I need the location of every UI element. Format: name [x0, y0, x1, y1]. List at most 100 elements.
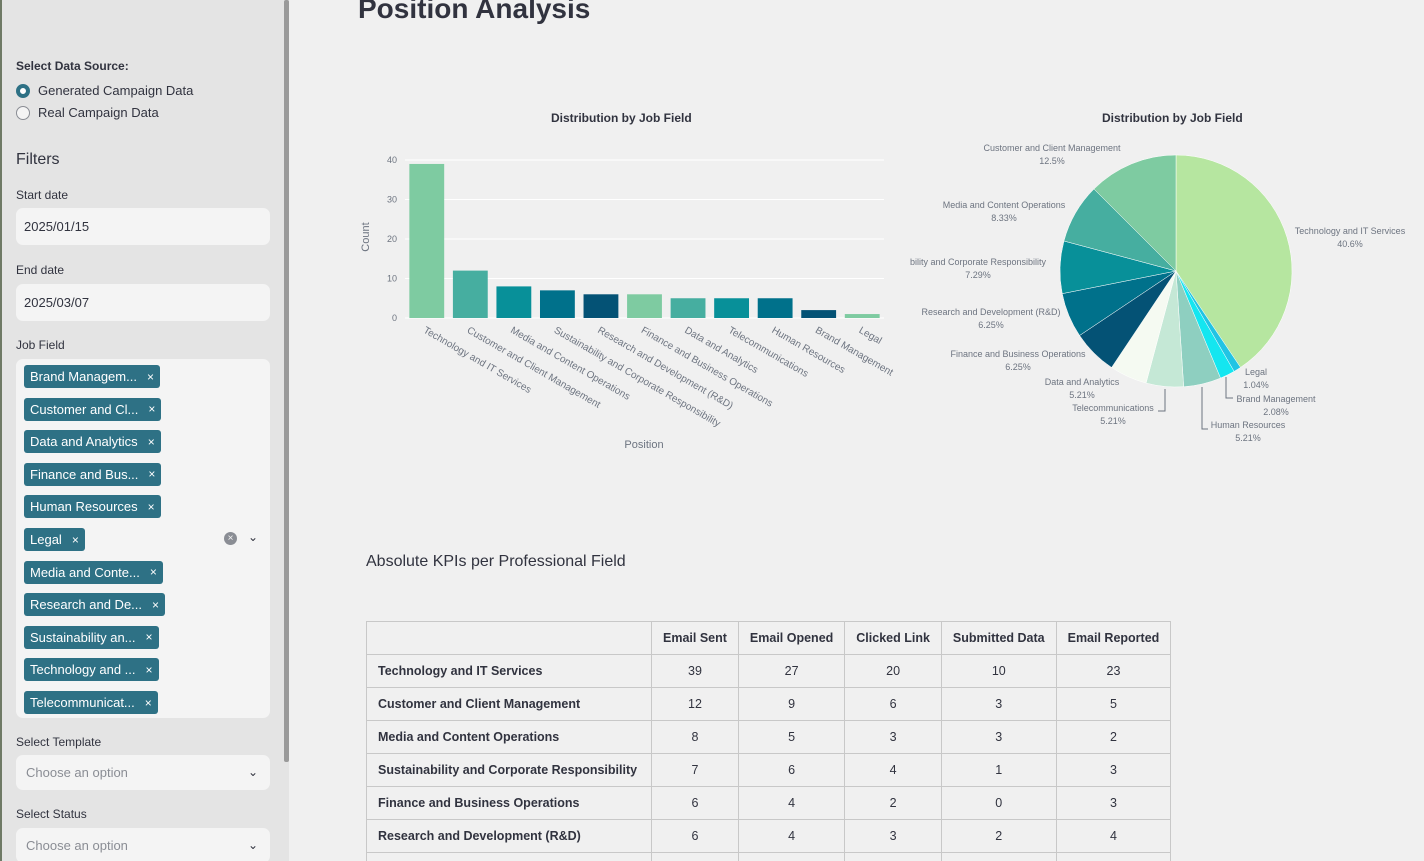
- tag-label: Human Resources: [30, 499, 138, 515]
- table-cell: 27: [737, 654, 846, 688]
- job-field-tag[interactable]: Brand Managem... ×: [24, 365, 160, 388]
- y-axis-label: Count: [360, 222, 372, 251]
- x-tick-label: Brand Management: [813, 325, 895, 379]
- job-field-tag[interactable]: Data and Analytics ×: [24, 430, 161, 454]
- bar: [801, 310, 837, 318]
- remove-tag-icon[interactable]: ×: [146, 630, 153, 644]
- remove-tag-icon[interactable]: ×: [148, 500, 155, 514]
- bar: [627, 294, 662, 318]
- status-select[interactable]: Choose an option ⌄: [16, 828, 270, 861]
- job-field-tag[interactable]: Customer and Cl... ×: [24, 397, 162, 421]
- pie-label: Customer and Client Management: [983, 143, 1121, 153]
- pie-percent-label: 7.29%: [965, 270, 991, 280]
- kpi-table: Email Sent Email Opened Clicked Link Submit…: [366, 621, 1172, 861]
- x-tick-label: Legal: [857, 325, 884, 347]
- bar-chart-title: Distribution by Job Field: [551, 111, 692, 125]
- table-cell: 0: [940, 786, 1057, 820]
- job-field-tag[interactable]: Technology and ... ×: [24, 658, 159, 682]
- row-header-cell: Research and Development (R&D): [366, 819, 652, 853]
- remove-tag-icon[interactable]: ×: [148, 402, 155, 416]
- bar: [583, 294, 619, 318]
- pie-percent-label: 1.04%: [1243, 380, 1269, 390]
- table-row: Sustainability and Corporate Responsibil…: [366, 753, 1172, 787]
- chevron-down-icon[interactable]: ⌄: [248, 530, 258, 544]
- status-placeholder: Choose an option: [26, 838, 128, 853]
- job-field-tag[interactable]: Finance and Bus... ×: [24, 462, 162, 486]
- table-cell: 4: [1055, 819, 1172, 853]
- remove-tag-icon[interactable]: ×: [148, 435, 155, 449]
- table-cell: [366, 852, 652, 861]
- column-header: Email Opened: [737, 621, 846, 655]
- row-header-cell: Sustainability and Corporate Responsibil…: [366, 753, 652, 787]
- bar: [539, 290, 575, 318]
- job-field-tag[interactable]: Research and De... ×: [24, 593, 166, 617]
- table-cell: 4: [844, 753, 942, 787]
- status-label: Select Status: [16, 807, 87, 821]
- template-select[interactable]: Choose an option ⌄: [16, 755, 270, 790]
- job-field-tag[interactable]: Sustainability an... ×: [24, 625, 159, 649]
- table-cell: 1: [940, 753, 1057, 787]
- pie-leader-line: [1201, 387, 1208, 430]
- radio-generated-data[interactable]: Generated Campaign Data: [16, 83, 193, 98]
- tag-label: Brand Managem...: [30, 369, 137, 384]
- tag-label: Sustainability an...: [30, 629, 136, 645]
- remove-tag-icon[interactable]: ×: [152, 598, 159, 612]
- pie-leader-line: [1158, 389, 1166, 412]
- pie-leader-line: [1225, 377, 1233, 399]
- pie-percent-label: 5.21%: [1069, 390, 1095, 400]
- job-field-tag[interactable]: Human Resources ×: [24, 495, 161, 519]
- job-field-multiselect[interactable]: × ⌄ Brand Managem... × Customer and Cl... ×…: [16, 359, 270, 718]
- bar: [409, 163, 445, 318]
- job-field-tag[interactable]: Telecommunicat... ×: [24, 691, 158, 714]
- start-date-label: Start date: [16, 188, 69, 202]
- bar: [452, 270, 488, 318]
- table-cell: 23: [1055, 654, 1172, 688]
- table-cell: [737, 852, 846, 861]
- table-cell: 3: [1055, 753, 1172, 787]
- pie-label: Human Resources: [1211, 420, 1286, 430]
- table-cell: 6: [844, 687, 942, 721]
- remove-tag-icon[interactable]: ×: [147, 370, 154, 384]
- pie-label: Media and Content Operations: [943, 200, 1066, 210]
- row-header-cell: Finance and Business Operations: [366, 786, 652, 820]
- pie-chart: Technology and IT Services 40.6% Legal 1.04…: [910, 143, 1406, 443]
- table-cell: [651, 852, 739, 861]
- table-cell: [940, 852, 1057, 861]
- job-field-tag[interactable]: Media and Conte... ×: [24, 560, 163, 584]
- table-cell: 6: [651, 786, 739, 820]
- bar: [670, 298, 706, 318]
- table-cell: 3: [844, 720, 942, 754]
- filters-heading: Filters: [16, 151, 60, 168]
- sidebar-scrollbar[interactable]: [284, 0, 289, 762]
- remove-tag-icon[interactable]: ×: [150, 565, 157, 579]
- x-axis-label: Position: [624, 439, 663, 451]
- job-field-tag[interactable]: Legal ×: [24, 528, 85, 551]
- y-tick-label: 0: [392, 313, 397, 323]
- table-cell: 7: [651, 753, 739, 787]
- table-cell: 3: [844, 819, 942, 853]
- pie-percent-label: 5.21%: [1100, 416, 1126, 426]
- table-cell: [1055, 852, 1172, 861]
- remove-tag-icon[interactable]: ×: [148, 467, 155, 481]
- x-tick-label: Telecommunications: [726, 325, 810, 380]
- sidebar: Select Data Source: Generated Campaign D…: [0, 0, 289, 861]
- end-date-input[interactable]: 2025/03/07: [16, 284, 270, 321]
- table-cell: 2: [844, 786, 942, 820]
- kpi-heading: Absolute KPIs per Professional Field: [366, 553, 626, 570]
- table-row: Technology and IT Services 39 27 20 10 23: [366, 654, 1172, 688]
- remove-tag-icon[interactable]: ×: [146, 663, 153, 677]
- pie-percent-label: 2.08%: [1263, 407, 1289, 417]
- tag-label: Data and Analytics: [30, 434, 138, 450]
- pie-percent-label: 6.25%: [1005, 362, 1031, 372]
- clear-all-icon[interactable]: ×: [224, 532, 237, 545]
- radio-label: Generated Campaign Data: [38, 83, 194, 98]
- start-date-input[interactable]: 2025/01/15: [16, 208, 270, 245]
- radio-real-data[interactable]: Real Campaign Data: [16, 105, 159, 120]
- app-root: Select Data Source: Generated Campaign D…: [0, 0, 1424, 861]
- table-cell: 10: [940, 654, 1057, 688]
- remove-tag-icon[interactable]: ×: [145, 696, 152, 710]
- remove-tag-icon[interactable]: ×: [72, 533, 79, 547]
- template-placeholder: Choose an option: [26, 765, 128, 780]
- chevron-down-icon: ⌄: [247, 838, 258, 852]
- table-cell: 4: [737, 786, 846, 820]
